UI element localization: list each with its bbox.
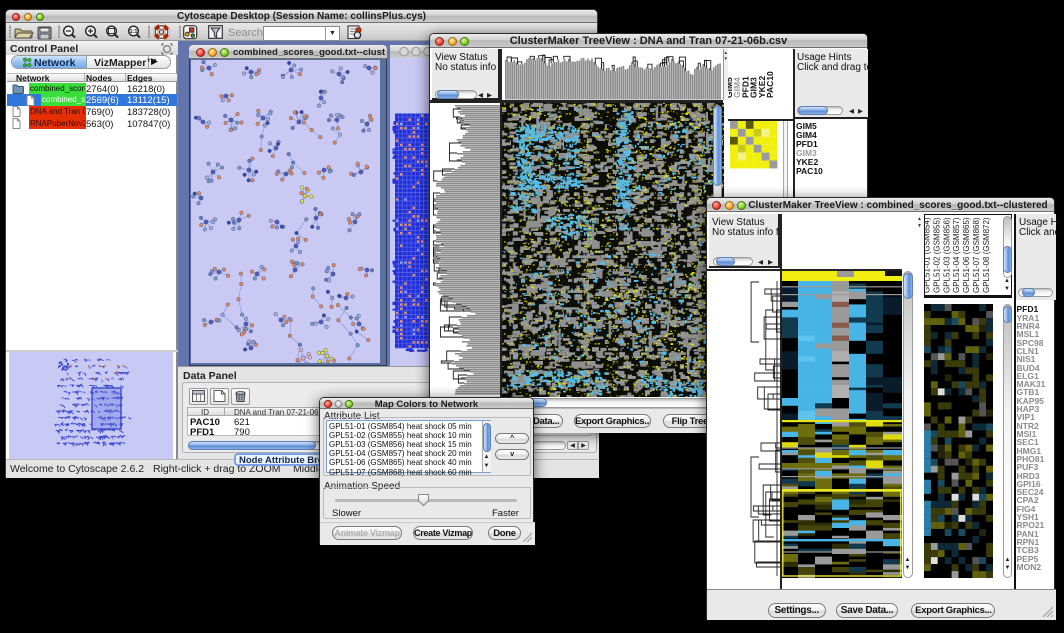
svg-text:PAC10: PAC10 <box>765 71 775 98</box>
svg-text:GPL51-04 (GSM857): GPL51-04 (GSM857) <box>952 217 961 293</box>
svg-text:GPL51-07 (GSM868): GPL51-07 (GSM868) <box>972 217 981 293</box>
svg-text:GPL51-01 (GSM854): GPL51-01 (GSM854) <box>924 217 932 293</box>
svg-text:GPL51-08 (GSM872): GPL51-08 (GSM872) <box>982 217 991 293</box>
svg-text:GPL51-03 (GSM856): GPL51-03 (GSM856) <box>942 217 951 293</box>
svg-text:GPL51-02 (GSM855): GPL51-02 (GSM855) <box>932 217 941 293</box>
svg-text:1:1: 1:1 <box>130 29 138 35</box>
svg-text:GPL51-06 (GSM865): GPL51-06 (GSM865) <box>962 217 971 293</box>
